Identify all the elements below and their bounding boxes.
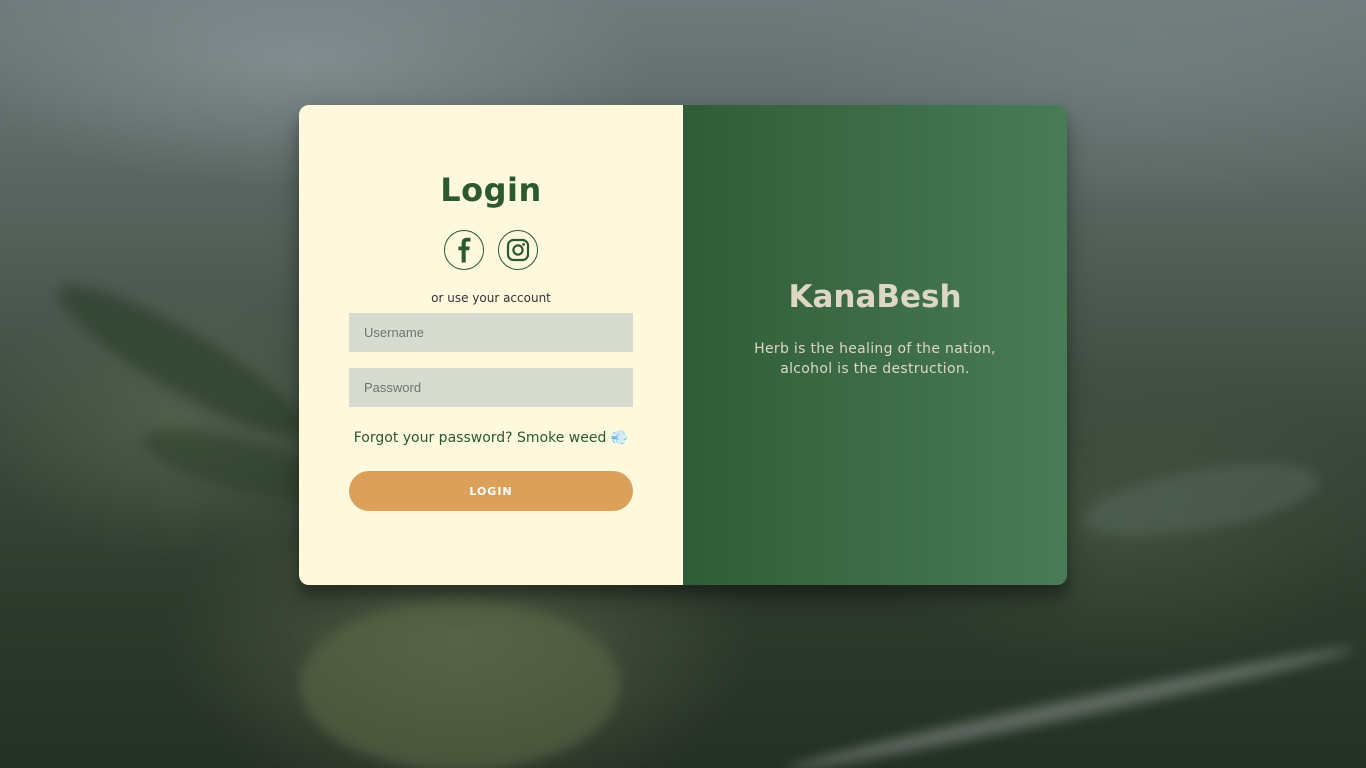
login-button[interactable]: LOGIN bbox=[349, 471, 633, 511]
login-card: Login or use your account Forgot your pa… bbox=[299, 105, 1067, 585]
facebook-icon bbox=[458, 237, 471, 263]
welcome-panel: KanaBesh Herb is the healing of the nati… bbox=[683, 105, 1067, 585]
forgot-password-link[interactable]: Forgot your password? Smoke weed 💨 bbox=[299, 430, 683, 446]
alternative-login-text: or use your account bbox=[431, 291, 551, 305]
brand-title: KanaBesh bbox=[788, 279, 962, 315]
login-panel: Login or use your account Forgot your pa… bbox=[299, 105, 683, 585]
instagram-login-button[interactable] bbox=[498, 230, 538, 270]
social-login-row bbox=[299, 230, 683, 270]
login-title: Login bbox=[440, 171, 542, 209]
facebook-login-button[interactable] bbox=[444, 230, 484, 270]
username-input[interactable] bbox=[349, 313, 633, 352]
brand-tagline: Herb is the healing of the nation, alcoh… bbox=[754, 341, 996, 377]
background-leaf bbox=[43, 264, 317, 456]
background-leaf bbox=[1076, 449, 1324, 551]
background-leaf bbox=[784, 639, 1356, 768]
instagram-icon bbox=[506, 238, 530, 262]
password-input[interactable] bbox=[349, 368, 633, 407]
background-leaf bbox=[300, 600, 620, 768]
